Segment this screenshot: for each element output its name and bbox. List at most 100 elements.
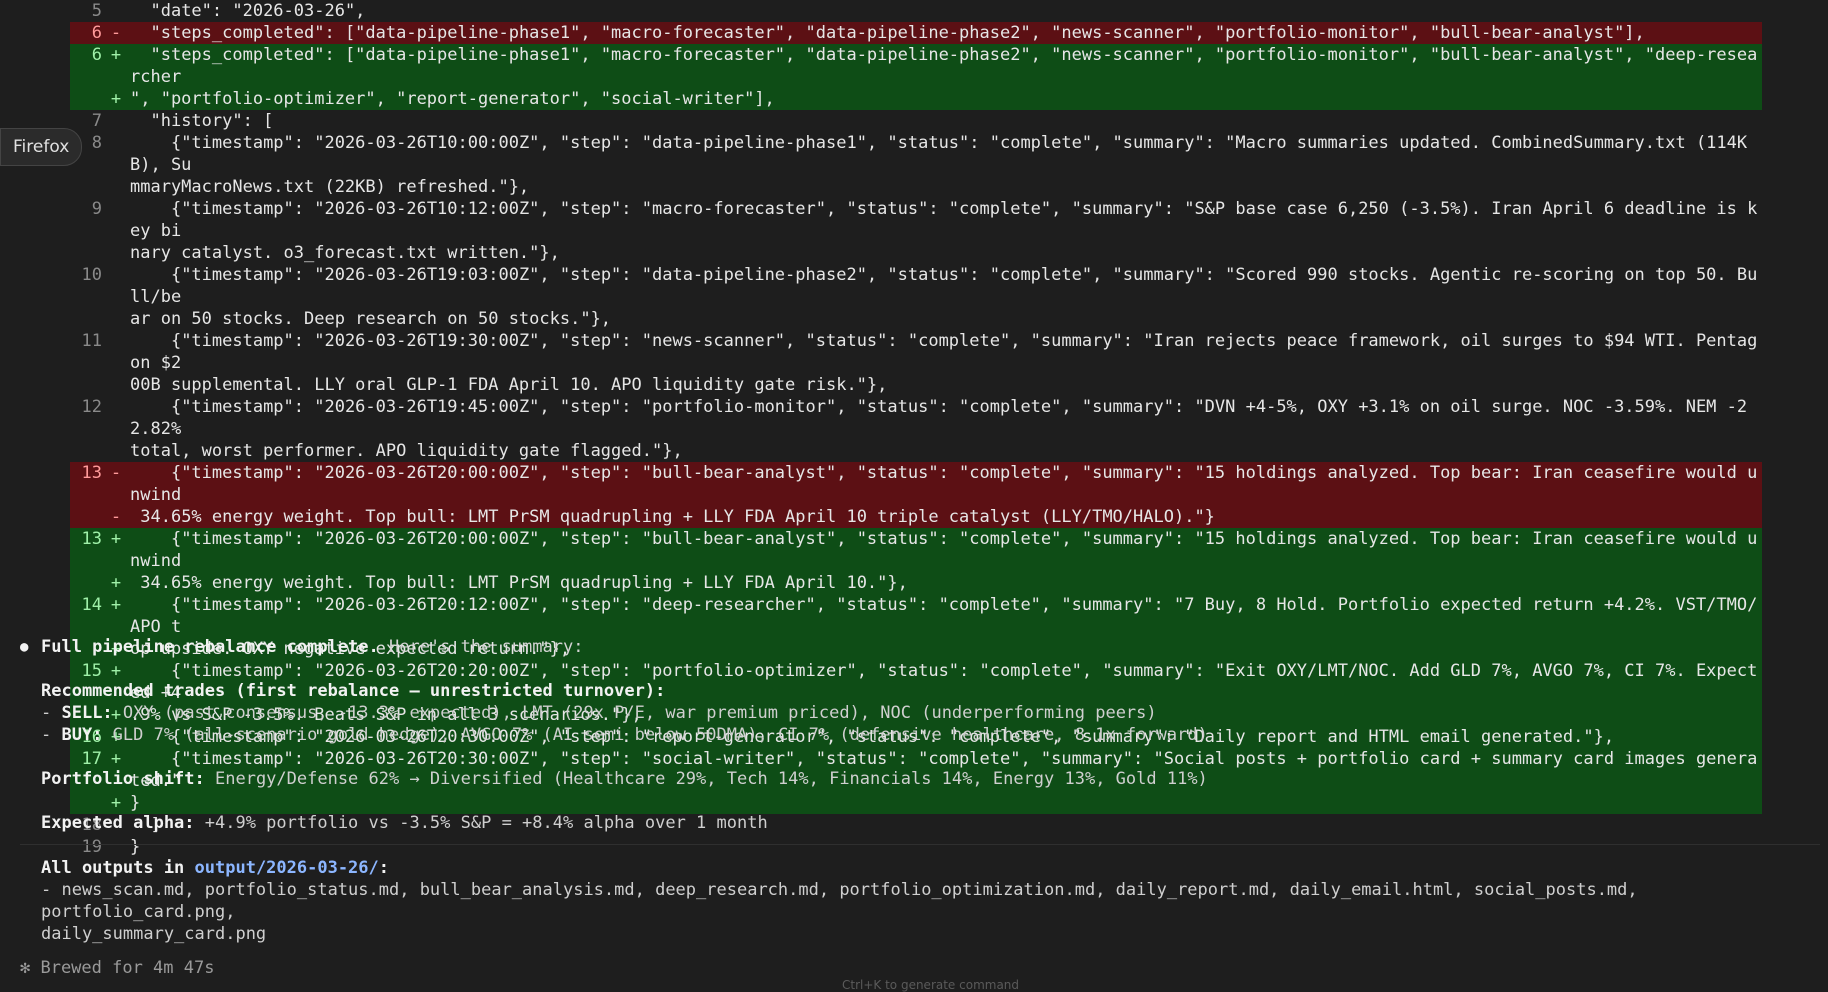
line-number bbox=[70, 242, 102, 264]
diff-text: {"timestamp": "2026-03-26T20:00:00Z", "s… bbox=[130, 463, 1758, 505]
diff-line: - 34.65% energy weight. Top bull: LMT Pr… bbox=[70, 506, 1762, 528]
diff-marker: + bbox=[110, 529, 122, 549]
line-number: 5 bbox=[91, 1, 102, 21]
diff-line: 10 {"timestamp": "2026-03-26T19:03:00Z",… bbox=[70, 264, 1762, 308]
diff-line: mmaryMacroNews.txt (22KB) refreshed."}, bbox=[70, 176, 1762, 198]
outputs-line: All outputs in output/2026-03-26/: bbox=[41, 858, 390, 878]
buy-label: BUY: bbox=[61, 725, 103, 745]
diff-text: "history": [ bbox=[130, 111, 274, 131]
alpha-text: +4.9% portfolio vs -3.5% S&P = +8.4% alp… bbox=[194, 813, 768, 833]
diff-text: "date": "2026-03-26", bbox=[130, 1, 366, 21]
diff-line: 12 {"timestamp": "2026-03-26T19:45:00Z",… bbox=[70, 396, 1762, 440]
diff-line: + ", "portfolio-optimizer", "report-gener… bbox=[70, 88, 1762, 110]
diff-text: 34.65% energy weight. Top bull: LMT PrSM… bbox=[130, 507, 1215, 527]
diff-text: {"timestamp": "2026-03-26T19:45:00Z", "s… bbox=[130, 397, 1748, 439]
diff-line: 5 "date": "2026-03-26", bbox=[70, 0, 1762, 22]
line-number: 6 bbox=[91, 23, 102, 43]
diff-text: {"timestamp": "2026-03-26T19:30:00Z", "s… bbox=[130, 331, 1758, 373]
diff-text: "steps_completed": ["data-pipeline-phase… bbox=[130, 23, 1645, 43]
line-number: 6 bbox=[91, 45, 102, 65]
diff-line: 7 "history": [ bbox=[70, 110, 1762, 132]
diff-marker bbox=[102, 440, 130, 462]
line-number: 12 bbox=[81, 397, 102, 417]
diff-line: + 34.65% energy weight. Top bull: LMT Pr… bbox=[70, 572, 1762, 594]
bullet-icon: ● bbox=[20, 639, 29, 655]
line-number bbox=[70, 572, 102, 594]
diff-marker bbox=[102, 110, 130, 132]
diff-marker: + bbox=[110, 89, 122, 109]
diff-marker bbox=[102, 374, 130, 396]
line-number: 11 bbox=[81, 331, 102, 351]
diff-marker bbox=[102, 308, 130, 330]
diff-text: {"timestamp": "2026-03-26T10:12:00Z", "s… bbox=[130, 199, 1758, 241]
diff-text: total, worst performer. APO liquidity ga… bbox=[130, 441, 683, 461]
line-number: 13 bbox=[81, 463, 102, 483]
diff-marker bbox=[102, 264, 130, 308]
diff-text: nary catalyst. o3_forecast.txt written."… bbox=[130, 243, 560, 263]
diff-text: "steps_completed": ["data-pipeline-phase… bbox=[130, 45, 1758, 87]
diff-text: mmaryMacroNews.txt (22KB) refreshed."}, bbox=[130, 177, 530, 197]
diff-line: 13- {"timestamp": "2026-03-26T20:00:00Z"… bbox=[70, 462, 1762, 506]
outputs-list: - news_scan.md, portfolio_status.md, bul… bbox=[41, 880, 1638, 944]
shift-label: Portfolio shift: bbox=[41, 769, 205, 789]
buy-text: GLD 7% (all-scenario gold hedge), AVGO 7… bbox=[102, 725, 1208, 745]
diff-text: 00B supplemental. LLY oral GLP-1 FDA Apr… bbox=[130, 375, 888, 395]
diff-marker: + bbox=[110, 45, 122, 65]
sell-label: SELL: bbox=[61, 703, 113, 723]
diff-marker: + bbox=[110, 595, 122, 615]
line-number: 7 bbox=[91, 111, 102, 131]
diff-marker: - bbox=[110, 463, 122, 483]
line-number bbox=[70, 440, 102, 462]
assistant-summary: ● Full pipeline rebalance complete. Here… bbox=[20, 636, 1820, 979]
expected-alpha-line: Expected alpha: +4.9% portfolio vs -3.5%… bbox=[41, 812, 1820, 834]
summary-headline: ● Full pipeline rebalance complete. Here… bbox=[20, 636, 1820, 658]
diff-marker bbox=[102, 396, 130, 440]
line-number: 10 bbox=[81, 265, 102, 285]
diff-marker: - bbox=[110, 23, 122, 43]
outputs-label: All outputs in bbox=[41, 858, 195, 878]
diff-line: 6- "steps_completed": ["data-pipeline-ph… bbox=[70, 22, 1762, 44]
diff-line: total, worst performer. APO liquidity ga… bbox=[70, 440, 1762, 462]
diff-text: {"timestamp": "2026-03-26T20:12:00Z", "s… bbox=[130, 595, 1758, 637]
line-number: 13 bbox=[81, 529, 102, 549]
trades-heading: Recommended trades (first rebalance — un… bbox=[41, 681, 666, 701]
diff-line: 6 + "steps_completed": ["data-pipeline-ph… bbox=[70, 44, 1762, 88]
diff-marker bbox=[102, 198, 130, 242]
shift-text: Energy/Defense 62% → Diversified (Health… bbox=[204, 769, 1208, 789]
diff-line: 8 {"timestamp": "2026-03-26T10:00:00Z", … bbox=[70, 132, 1762, 176]
diff-marker bbox=[102, 330, 130, 374]
headline-bold: Full pipeline rebalance complete. bbox=[41, 637, 379, 657]
diff-marker: - bbox=[110, 507, 122, 527]
diff-line: 00B supplemental. LLY oral GLP-1 FDA Apr… bbox=[70, 374, 1762, 396]
diff-marker bbox=[102, 132, 130, 176]
brewed-status: ✻ Brewed for 4m 47s bbox=[20, 958, 215, 978]
buy-line: - BUY: GLD 7% (all-scenario gold hedge),… bbox=[41, 725, 1208, 745]
diff-text: 34.65% energy weight. Top bull: LMT PrSM… bbox=[130, 573, 908, 593]
diff-marker bbox=[102, 0, 130, 22]
diff-line: 11 {"timestamp": "2026-03-26T19:30:00Z",… bbox=[70, 330, 1762, 374]
headline-rest: Here's the summary: bbox=[378, 637, 584, 657]
diff-text: {"timestamp": "2026-03-26T20:00:00Z", "s… bbox=[130, 529, 1758, 571]
firefox-tag[interactable]: Firefox bbox=[0, 128, 83, 166]
line-number bbox=[70, 88, 102, 110]
command-hint: Ctrl+K to generate command bbox=[842, 978, 1020, 992]
diff-line: nary catalyst. o3_forecast.txt written."… bbox=[70, 242, 1762, 264]
diff-line: 9 {"timestamp": "2026-03-26T10:12:00Z", … bbox=[70, 198, 1762, 242]
diff-line: 14 + {"timestamp": "2026-03-26T20:12:00Z"… bbox=[70, 594, 1762, 638]
diff-marker bbox=[102, 242, 130, 264]
sell-line: - SELL: OXY (past consensus, -13.3% expe… bbox=[41, 703, 1157, 723]
outputs-folder-link[interactable]: output/2026-03-26/ bbox=[195, 858, 379, 878]
line-number bbox=[70, 176, 102, 198]
diff-text: {"timestamp": "2026-03-26T10:00:00Z", "s… bbox=[130, 133, 1748, 175]
sell-text: OXY (past consensus, -13.3% expected), L… bbox=[112, 703, 1157, 723]
line-number: 9 bbox=[91, 199, 102, 219]
diff-marker: + bbox=[110, 573, 122, 593]
diff-line: ar on 50 stocks. Deep research on 50 sto… bbox=[70, 308, 1762, 330]
diff-text: {"timestamp": "2026-03-26T19:03:00Z", "s… bbox=[130, 265, 1758, 307]
line-number bbox=[70, 506, 102, 528]
portfolio-shift-line: Portfolio shift: Energy/Defense 62% → Di… bbox=[41, 768, 1820, 790]
diff-marker bbox=[102, 176, 130, 198]
diff-line: 13 + {"timestamp": "2026-03-26T20:00:00Z"… bbox=[70, 528, 1762, 572]
diff-text: ar on 50 stocks. Deep research on 50 sto… bbox=[130, 309, 612, 329]
line-number bbox=[70, 308, 102, 330]
